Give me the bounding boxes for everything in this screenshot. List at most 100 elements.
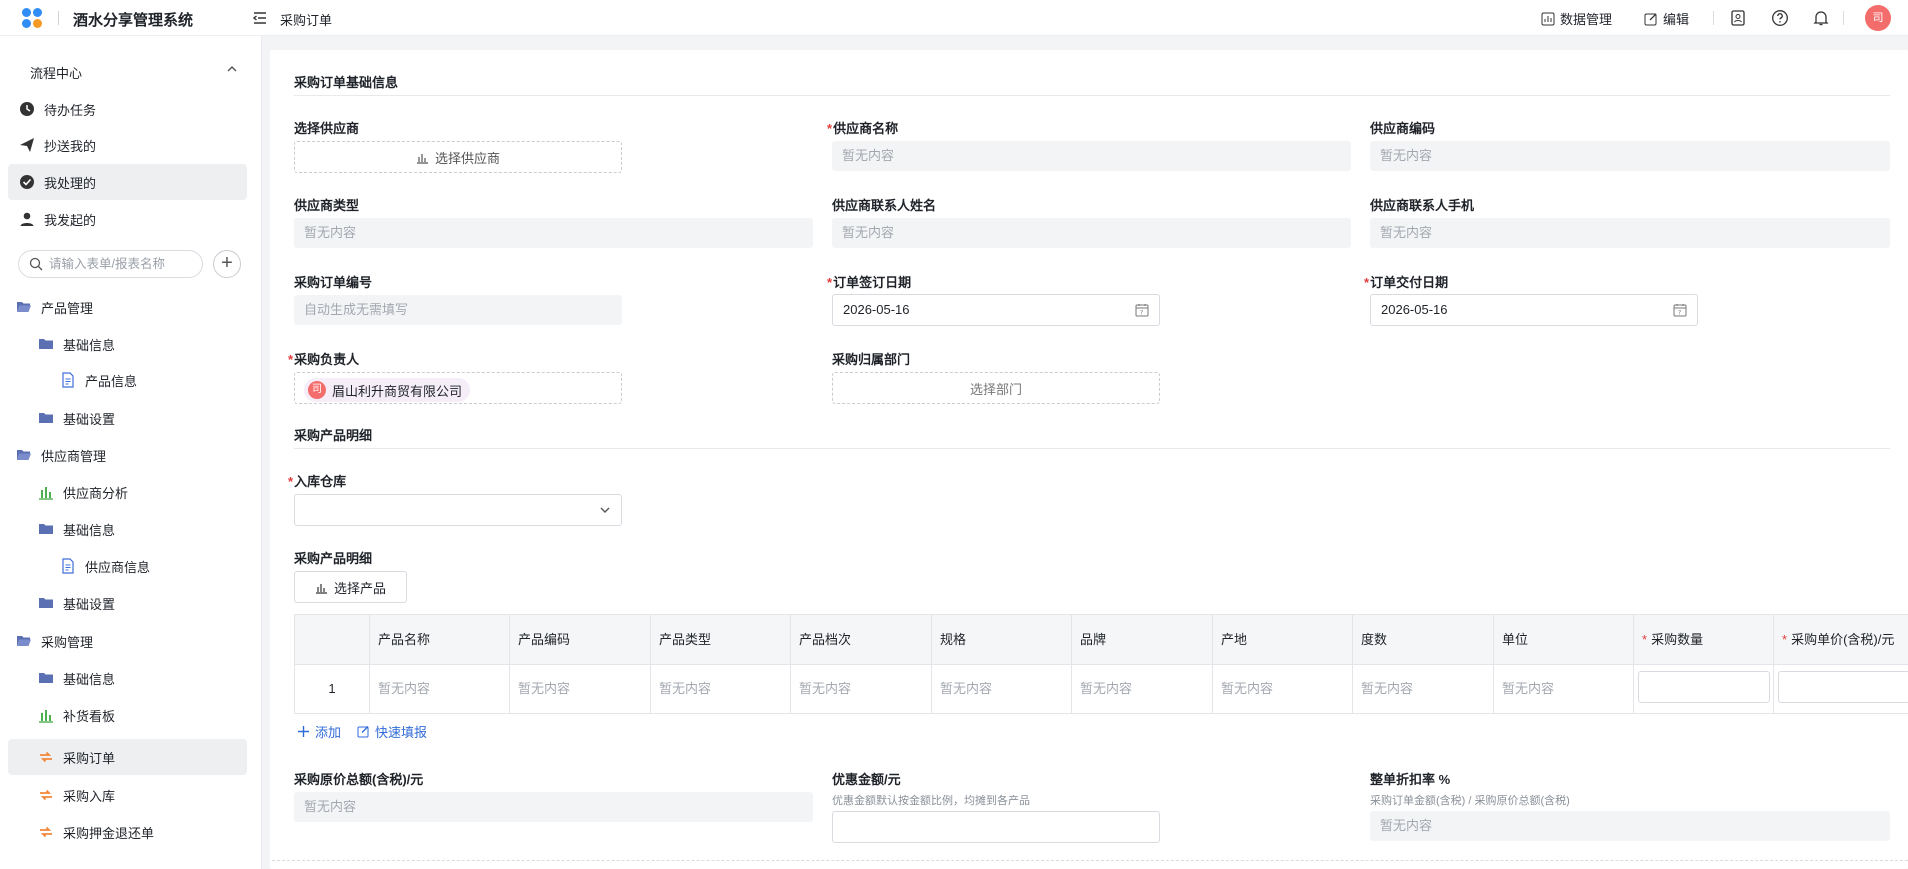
price-cell — [1774, 665, 1908, 713]
select-supplier-label: 选择供应商 — [294, 121, 360, 136]
sidebar-item-todo[interactable]: 待办任务 — [8, 91, 247, 127]
user-icon — [20, 212, 34, 226]
sidebar-item-label: 基础设置 — [63, 411, 116, 427]
discount-hint: 优惠金额默认按金额比例，均摊到各产品 — [832, 795, 1030, 807]
product-table: 产品名称 产品编码 产品类型 产品档次 规格 品牌 产地 度数 单位 * 采购数量… — [294, 614, 1908, 714]
warehouse-label-text: 入库仓库 — [294, 474, 347, 489]
section-title-detail: 采购产品明细 — [294, 428, 373, 443]
chart-icon — [315, 583, 327, 594]
notification-bell-icon[interactable] — [1812, 9, 1830, 27]
folder-icon — [39, 413, 53, 423]
contacts-icon[interactable] — [1729, 9, 1747, 27]
edit-icon — [1644, 13, 1657, 25]
sidebar-item-supplier-basic[interactable]: 基础信息 — [8, 511, 247, 547]
price-input[interactable] — [1778, 671, 1908, 703]
sidebar-item-label: 供应商分析 — [63, 485, 129, 501]
sidebar-item-label: 采购管理 — [41, 634, 94, 650]
row-index: 1 — [295, 665, 370, 713]
discount-label: 优惠金额/元 — [832, 772, 901, 787]
discount-input[interactable] — [832, 811, 1160, 843]
sidebar-item-supplier-info[interactable]: 供应商信息 — [8, 548, 247, 584]
section-title-basic: 采购订单基础信息 — [294, 75, 399, 90]
document-icon — [62, 558, 74, 574]
sidebar-item-product-mgmt[interactable]: 产品管理 — [8, 289, 247, 325]
table-header-price: * 采购单价(含税)/元 — [1774, 615, 1908, 665]
sidebar-item-purchase-inbound[interactable]: 采购入库 — [8, 777, 247, 813]
table-cell: 暂无内容 — [791, 665, 932, 713]
sidebar-item-supplier-settings[interactable]: 基础设置 — [8, 585, 247, 621]
sign-date-picker[interactable]: 2026-05-16 ? — [832, 294, 1160, 326]
sidebar-item-purchase-mgmt[interactable]: 采购管理 — [8, 623, 247, 659]
section-divider — [294, 448, 1890, 449]
sidebar-item-product-basic[interactable]: 基础信息 — [8, 326, 247, 362]
order-no-field: 自动生成无需填写 — [294, 295, 622, 325]
warehouse-select[interactable] — [294, 494, 622, 526]
help-icon[interactable] — [1771, 9, 1789, 27]
quick-fill-link[interactable]: 快速填报 — [357, 722, 427, 741]
sidebar-item-label: 供应商信息 — [85, 559, 151, 575]
sidebar-item-label: 采购订单 — [63, 750, 116, 766]
qty-cell — [1634, 665, 1774, 713]
table-cell: 暂无内容 — [1072, 665, 1213, 713]
delivery-date-label: *订单交付日期 — [1364, 275, 1449, 290]
folder-icon — [39, 524, 53, 534]
table-cell: 暂无内容 — [1353, 665, 1494, 713]
table-cell: 暂无内容 — [510, 665, 651, 713]
sidebar-search[interactable] — [18, 250, 203, 278]
table-header-cell: 产品档次 — [791, 615, 932, 665]
folder-open-icon — [17, 636, 31, 646]
menu-toggle-icon[interactable] — [252, 10, 268, 26]
sidebar-item-purchase-basic[interactable]: 基础信息 — [8, 660, 247, 696]
sidebar-item-product-info[interactable]: 产品信息 — [8, 362, 247, 398]
sidebar-item-product-settings[interactable]: 基础设置 — [8, 400, 247, 436]
table-cell: 暂无内容 — [651, 665, 791, 713]
sidebar-item-label: 供应商管理 — [41, 448, 107, 464]
chevron-down-icon — [600, 507, 610, 513]
delivery-date-picker[interactable]: 2026-05-16 ? — [1370, 294, 1698, 326]
sidebar-item-label: 采购入库 — [63, 788, 116, 804]
sidebar-item-purchase-order[interactable]: 采购订单 — [8, 739, 247, 775]
add-row-link[interactable]: 添加 — [297, 722, 341, 741]
select-supplier-button-label: 选择供应商 — [434, 150, 500, 166]
sidebar-item-label: 基础信息 — [63, 337, 116, 353]
folder-icon — [39, 339, 53, 349]
data-manage-button[interactable]: 数据管理 — [1541, 9, 1612, 28]
table-header-cell: 产品编码 — [510, 615, 651, 665]
sidebar: 流程中心 待办任务 抄送我的 我处理的 我发起的 + 产品管理 基础信息 产品信… — [0, 36, 262, 869]
sidebar-section-title[interactable]: 流程中心 — [30, 63, 82, 82]
table-header-cell: 产地 — [1213, 615, 1353, 665]
original-total-field: 暂无内容 — [294, 792, 813, 822]
folder-open-icon — [17, 302, 31, 312]
owner-label-text: 采购负责人 — [294, 352, 360, 367]
select-supplier-button[interactable]: 选择供应商 — [294, 141, 622, 173]
select-dept-button[interactable]: 选择部门 — [832, 372, 1160, 404]
chevron-up-icon[interactable] — [226, 64, 238, 74]
sidebar-item-initiated[interactable]: 我发起的 — [8, 201, 247, 237]
sidebar-item-deposit-refund[interactable]: 采购押金退还单 — [8, 814, 247, 850]
original-total-label: 采购原价总额(含税)/元 — [294, 772, 424, 787]
sidebar-item-replenish-board[interactable]: 补货看板 — [8, 697, 247, 733]
contact-phone-label: 供应商联系人手机 — [1370, 198, 1475, 213]
sidebar-item-label: 待办任务 — [44, 102, 97, 118]
search-input[interactable] — [49, 257, 189, 271]
send-icon — [20, 138, 34, 152]
sidebar-item-supplier-mgmt[interactable]: 供应商管理 — [8, 437, 247, 473]
bar-chart-icon — [39, 710, 53, 723]
top-divider — [1713, 11, 1714, 25]
sidebar-item-cc-me[interactable]: 抄送我的 — [8, 127, 247, 163]
check-circle-icon — [20, 175, 34, 189]
owner-chip[interactable]: 司 眉山利升商贸有限公司 — [304, 378, 471, 402]
edit-button[interactable]: 编辑 — [1644, 9, 1689, 28]
table-header-cell: 规格 — [932, 615, 1072, 665]
sidebar-item-supplier-analysis[interactable]: 供应商分析 — [8, 474, 247, 510]
select-product-button[interactable]: 选择产品 — [294, 571, 407, 603]
sidebar-item-handled[interactable]: 我处理的 — [8, 164, 247, 200]
table-header-qty: * 采购数量 — [1634, 615, 1774, 665]
folder-icon — [39, 598, 53, 608]
qty-input[interactable] — [1638, 671, 1770, 703]
add-form-button[interactable]: + — [213, 250, 241, 278]
warehouse-label: *入库仓库 — [288, 474, 347, 489]
user-avatar[interactable]: 司 — [1865, 5, 1891, 31]
flow-icon — [40, 751, 52, 763]
table-cell: 暂无内容 — [932, 665, 1072, 713]
